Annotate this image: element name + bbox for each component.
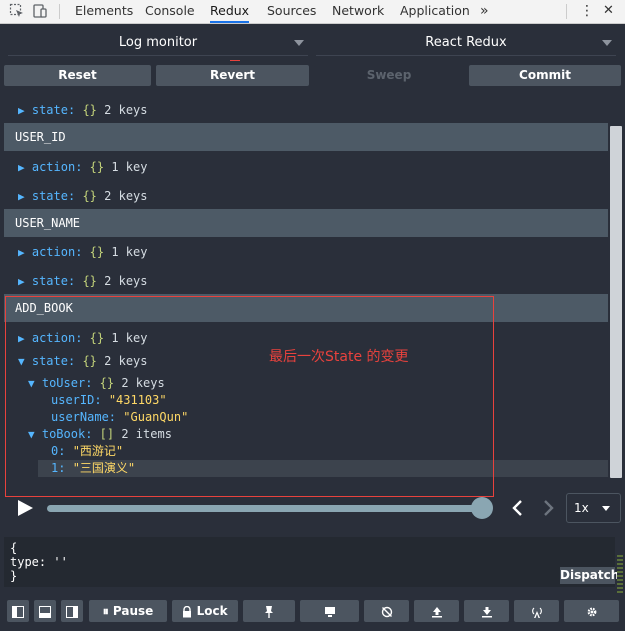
chevron-down-icon [602,506,610,511]
devtools-tab-bar: Elements Console Redux Sources Network A… [0,0,625,24]
revert-button[interactable]: Revert [156,65,309,86]
layout-right-icon [66,605,78,618]
dispatch-button[interactable]: Dispatch [560,567,619,584]
monitor-remote-icon [324,606,335,617]
settings-button[interactable] [564,600,619,622]
layout-bottom-icon [39,605,51,618]
pin-button[interactable] [243,600,295,622]
toolbar-divider [566,4,567,19]
scrollbar-thumb[interactable] [610,126,622,478]
expand-arrow-icon[interactable]: ▶ [18,104,25,117]
speed-select[interactable]: 1x [566,493,621,523]
lock-icon [183,605,192,617]
expand-arrow-icon[interactable]: ▶ [18,190,25,203]
upload-icon [431,606,442,617]
expand-arrow-icon[interactable]: ▶ [18,161,25,174]
store-select[interactable]: React Redux [316,30,616,56]
dispatcher-line: { [10,541,18,555]
expand-arrow-icon[interactable]: ▶ [18,275,25,288]
action-node[interactable]: ▶ action: {} 1 key [4,153,608,181]
tab-console[interactable]: Console [145,0,195,23]
commit-button[interactable]: Commit [469,65,621,86]
annotation-note: 最后一次State 的变更 [269,349,409,365]
inspect-element-icon[interactable] [9,3,25,19]
toolbar-divider [59,4,60,19]
download-icon [481,606,492,617]
step-forward-icon[interactable] [542,499,556,517]
speed-value: 1x [574,501,589,515]
slider-row: 1x [0,490,625,526]
expand-arrow-icon[interactable]: ▶ [18,246,25,259]
import-button[interactable] [464,600,509,622]
side-gauge [617,555,623,595]
tab-elements[interactable]: Elements [75,0,133,23]
device-toolbar-icon[interactable] [32,3,48,19]
tab-network[interactable]: Network [332,0,384,23]
no-sync-icon [381,606,392,617]
timeline-slider-knob[interactable] [471,497,493,519]
action-node[interactable]: ▶ action: {} 1 key [4,238,608,266]
play-icon[interactable] [16,499,34,517]
antenna-icon [531,607,542,618]
chevron-down-icon [294,40,304,46]
export-button[interactable] [414,600,459,622]
annotation-box [5,296,494,497]
layout-left-icon [12,605,24,618]
state-node[interactable]: ▶ state: {} 2 keys [4,182,608,210]
action-header-user-id[interactable]: USER_ID [4,123,608,151]
persist-button[interactable] [364,600,409,622]
tab-application[interactable]: Application [400,0,470,23]
pin-icon [265,606,273,618]
monitor-select-value: Log monitor [118,35,198,50]
tab-redux[interactable]: Redux [210,0,250,23]
step-back-icon[interactable] [510,499,524,517]
lock-button[interactable]: Lock [172,600,238,622]
remote-connect-button[interactable] [514,600,559,622]
menu-icon[interactable]: ⋮ [580,0,594,23]
action-header-user-name[interactable]: USER_NAME [4,209,608,237]
layout-left-button[interactable] [7,600,29,622]
lock-label: Lock [196,604,228,618]
close-icon[interactable]: ✕ [603,0,614,23]
store-select-value: React Redux [425,35,507,50]
state-node[interactable]: ▶ state: {} 2 keys [4,96,608,124]
log-scrollbar[interactable] [609,96,623,488]
sweep-button[interactable]: Sweep [314,65,464,86]
reset-button[interactable]: Reset [4,65,151,86]
gear-icon [587,607,596,616]
dispatcher-editor[interactable]: { type: '' } [4,537,615,587]
pause-button[interactable]: ⏸ Pause [89,600,167,622]
pause-label: Pause [112,604,154,618]
chevron-down-icon [602,40,612,46]
state-node[interactable]: ▶ state: {} 2 keys [4,267,608,295]
monitor-select[interactable]: Log monitor [8,30,308,56]
tab-sources[interactable]: Sources [267,0,316,23]
monitor-select-row: Log monitor React Redux [0,24,625,60]
dispatcher-line: type: '' [10,555,68,569]
timeline-slider-track[interactable] [47,505,485,512]
dispatcher-line: } [10,569,18,583]
layout-bottom-button[interactable] [34,600,56,622]
pause-icon: ⏸ [102,604,109,618]
remote-button[interactable] [300,600,359,622]
more-tabs-button[interactable]: » [480,0,489,23]
layout-right-button[interactable] [61,600,83,622]
